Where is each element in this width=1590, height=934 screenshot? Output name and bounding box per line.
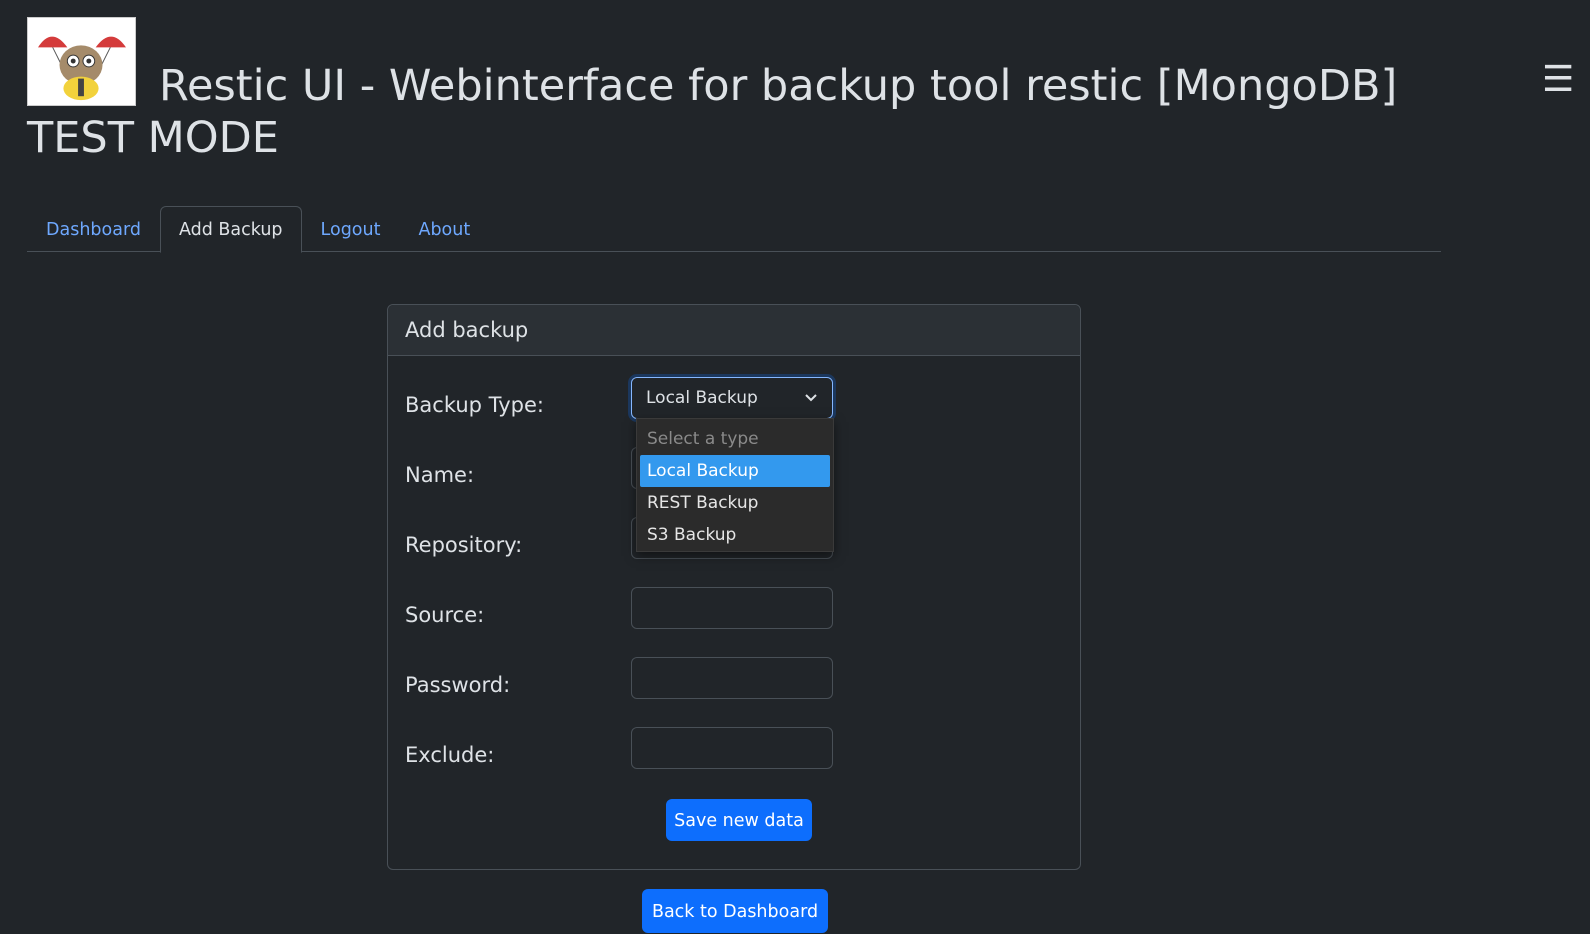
dropdown-option-placeholder: Select a type <box>647 429 759 449</box>
backup-type-label: Backup Type: <box>405 393 544 417</box>
backup-type-value: Local Backup <box>646 388 758 408</box>
dropdown-option-local-backup[interactable]: Local Backup <box>640 455 830 487</box>
tab-about[interactable]: About <box>399 206 489 252</box>
back-to-dashboard-button[interactable]: Back to Dashboard <box>642 889 828 933</box>
tab-dashboard[interactable]: Dashboard <box>27 206 160 252</box>
source-row: Source: <box>405 587 1065 629</box>
source-label: Source: <box>405 603 485 627</box>
dropdown-option-s3-backup[interactable]: S3 Backup <box>640 519 830 551</box>
password-label: Password: <box>405 673 511 697</box>
nav-tabs: Dashboard Add Backup Logout About <box>27 206 1441 253</box>
card-title: Add backup <box>388 305 1080 356</box>
repository-label: Repository: <box>405 533 523 557</box>
save-button[interactable]: Save new data <box>666 799 812 841</box>
name-label: Name: <box>405 463 475 487</box>
source-input[interactable] <box>631 587 833 629</box>
backup-type-select[interactable]: Local Backup <box>631 377 833 419</box>
password-row: Password: <box>405 657 1065 699</box>
page-title: Restic UI - Webinterface for backup tool… <box>27 61 1398 163</box>
exclude-input[interactable] <box>631 727 833 769</box>
dropdown-option-rest-backup[interactable]: REST Backup <box>640 487 830 519</box>
exclude-row: Exclude: <box>405 727 1065 769</box>
tab-add-backup[interactable]: Add Backup <box>159 206 302 253</box>
password-input[interactable] <box>631 657 833 699</box>
add-backup-card: Add backup Backup Type: Local Backup Nam… <box>387 304 1081 870</box>
backup-type-dropdown: Select a type Local Backup REST Backup S… <box>636 418 834 552</box>
chevron-down-icon <box>805 394 817 402</box>
hamburger-menu-icon[interactable]: ☰ <box>1542 62 1574 98</box>
tab-logout[interactable]: Logout <box>302 206 400 252</box>
backup-type-row: Backup Type: Local Backup <box>405 377 1065 419</box>
exclude-label: Exclude: <box>405 743 495 767</box>
